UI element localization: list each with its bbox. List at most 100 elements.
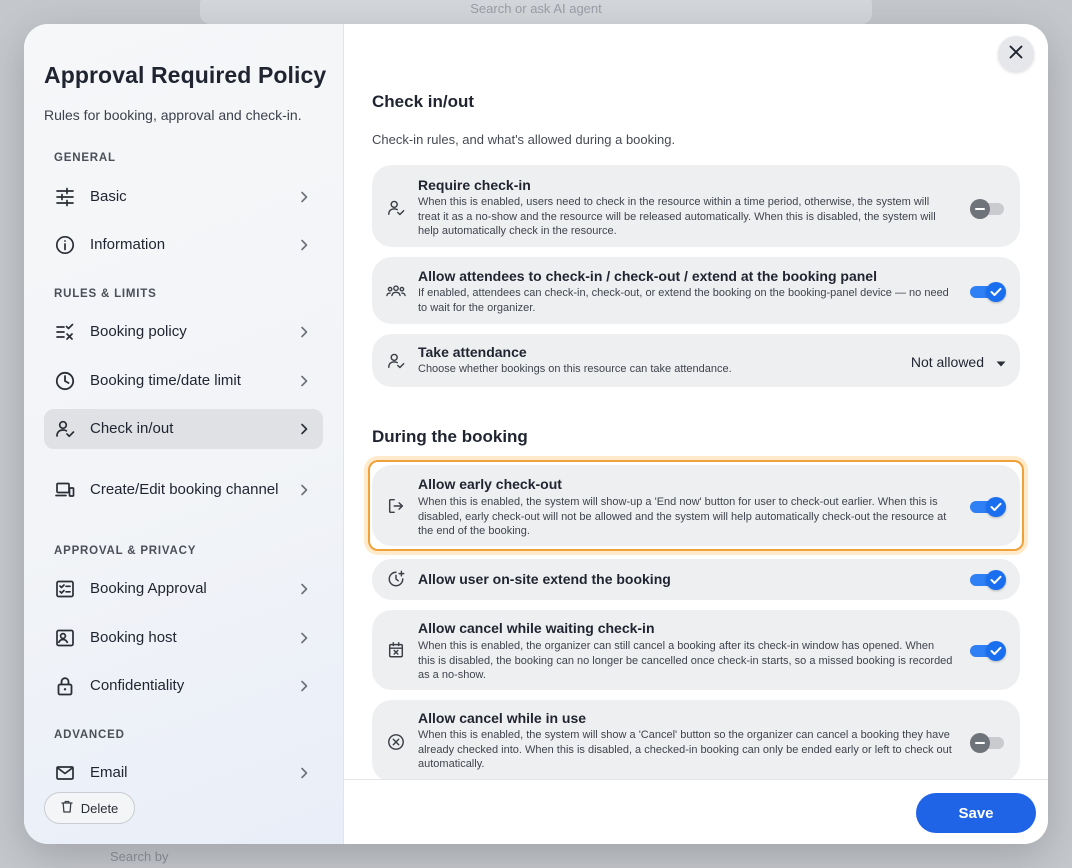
settings-content: Check in/out Check-in rules, and what's … (344, 24, 1048, 779)
host-icon (54, 627, 76, 649)
toggle-knob (986, 282, 1006, 302)
modal-title: Approval Required Policy (44, 62, 327, 88)
cancel-in-use-toggle[interactable] (970, 732, 1006, 754)
delete-label: Delete (80, 800, 119, 816)
backdrop-search-text: Search or ask AI agent (470, 1, 602, 16)
chevron-right-icon (299, 422, 309, 436)
setting-title: Allow attendees to check-in / check-out … (418, 268, 877, 284)
setting-card-cancel-in-use: Allow cancel while in use When this is e… (372, 700, 1020, 779)
sidebar-item-label: Information (90, 236, 166, 253)
section-general: GENERAL (54, 152, 116, 164)
calendar-x-icon (386, 640, 406, 660)
sidebar-item-email[interactable]: Email (44, 753, 323, 793)
early-check-out-toggle[interactable] (970, 496, 1006, 518)
toggle-knob (986, 497, 1006, 517)
minus-icon (975, 208, 985, 210)
setting-card-take-attendance: Take attendance Choose whether bookings … (372, 334, 1020, 387)
setting-card-on-site-extend: Allow user on-site extend the booking (372, 559, 1020, 600)
sidebar-item-confidentiality[interactable]: Confidentiality (44, 666, 323, 706)
toggle-knob (986, 570, 1006, 590)
check-icon (990, 575, 1002, 584)
clock-plus-icon (386, 569, 406, 589)
sidebar-item-booking-policy[interactable]: Booking policy (44, 312, 323, 352)
sidebar-item-label: Confidentiality (90, 677, 185, 694)
require-check-in-toggle[interactable] (970, 198, 1006, 220)
settings-sidebar: Approval Required Policy Rules for booki… (24, 24, 344, 844)
chevron-right-icon (299, 483, 309, 497)
setting-card-cancel-waiting-check-in: Allow cancel while waiting check-in When… (372, 610, 1020, 690)
sidebar-item-label: Booking host (90, 629, 177, 646)
chevron-right-icon (299, 374, 309, 388)
mail-icon (54, 762, 76, 784)
close-button[interactable] (998, 36, 1034, 72)
setting-description: Choose whether bookings on this resource… (418, 363, 732, 375)
section-description: Check-in rules, and what's allowed durin… (372, 132, 676, 147)
setting-card-attendee-panel: Allow attendees to check-in / check-out … (372, 257, 1020, 324)
sidebar-item-booking-time-limit[interactable]: Booking time/date limit (44, 361, 323, 401)
toggle-knob (970, 199, 990, 219)
delete-button[interactable]: Delete (44, 792, 135, 824)
user-check-icon (386, 198, 406, 218)
lock-icon (54, 675, 76, 697)
backdrop-search-bar: Search or ask AI agent (200, 0, 872, 24)
sidebar-item-booking-approval[interactable]: Booking Approval (44, 569, 323, 609)
setting-title: Allow cancel while waiting check-in (418, 620, 655, 636)
chevron-right-icon (299, 238, 309, 252)
sidebar-item-label: Email (90, 764, 128, 781)
checklist-icon (54, 321, 76, 343)
save-button[interactable]: Save (916, 793, 1036, 833)
setting-title: Allow cancel while in use (418, 710, 587, 726)
chevron-right-icon (299, 325, 309, 339)
attendee-panel-toggle[interactable] (970, 281, 1006, 303)
setting-title: Require check-in (418, 177, 531, 193)
section-advanced: ADVANCED (54, 729, 125, 741)
toggle-knob (986, 641, 1006, 661)
section-approval-privacy: APPROVAL & PRIVACY (54, 545, 197, 557)
sidebar-item-label: Check in/out (90, 420, 174, 437)
setting-title: Allow early check-out (418, 476, 562, 492)
modal-footer: Save (344, 779, 1048, 844)
sidebar-item-information[interactable]: Information (44, 225, 323, 265)
check-icon (990, 287, 1002, 296)
backdrop-bottom-text: Search by (110, 849, 169, 864)
info-icon (54, 234, 76, 256)
setting-description: When this is enabled, the system will sh… (418, 729, 952, 771)
on-site-extend-toggle[interactable] (970, 569, 1006, 591)
toggle-knob (970, 733, 990, 753)
modal-subtitle: Rules for booking, approval and check-in… (44, 107, 302, 123)
check-icon (990, 646, 1002, 655)
take-attendance-select[interactable]: Not allowed (896, 352, 1006, 372)
sidebar-item-booking-host[interactable]: Booking host (44, 618, 323, 658)
chevron-right-icon (299, 582, 309, 596)
chevron-right-icon (299, 766, 309, 780)
cancel-waiting-toggle[interactable] (970, 640, 1006, 662)
chevron-right-icon (299, 679, 309, 693)
setting-description: When this is enabled, the system will sh… (418, 496, 947, 538)
sidebar-item-booking-channel[interactable]: Create/Edit booking channel (44, 460, 323, 520)
user-check-icon (386, 351, 406, 371)
close-icon (1009, 45, 1023, 64)
sidebar-item-check-in-out[interactable]: Check in/out (44, 409, 323, 449)
setting-card-early-check-out: Allow early check-out When this is enabl… (372, 465, 1020, 546)
section-title-check-in-out: Check in/out (372, 92, 475, 111)
minus-icon (975, 742, 985, 744)
setting-title: Allow user on-site extend the booking (418, 571, 671, 587)
sidebar-item-label: Booking policy (90, 323, 187, 340)
setting-card-require-check-in: Require check-in When this is enabled, u… (372, 165, 1020, 247)
sidebar-item-label: Booking time/date limit (90, 372, 241, 389)
setting-title: Take attendance (418, 344, 527, 360)
devices-icon (54, 479, 76, 501)
section-title-during-booking: During the booking (372, 427, 528, 446)
chevron-right-icon (299, 190, 309, 204)
sidebar-item-label: Create/Edit booking channel (90, 481, 279, 498)
sidebar-item-label: Basic (90, 188, 127, 205)
sliders-icon (54, 186, 76, 208)
setting-description: When this is enabled, the organizer can … (418, 640, 953, 682)
chevron-right-icon (299, 631, 309, 645)
exit-icon (386, 496, 406, 516)
setting-description: If enabled, attendees can check-in, chec… (418, 287, 949, 314)
section-rules-limits: RULES & LIMITS (54, 288, 157, 300)
group-icon (386, 281, 406, 301)
sidebar-item-basic[interactable]: Basic (44, 177, 323, 217)
approval-icon (54, 578, 76, 600)
